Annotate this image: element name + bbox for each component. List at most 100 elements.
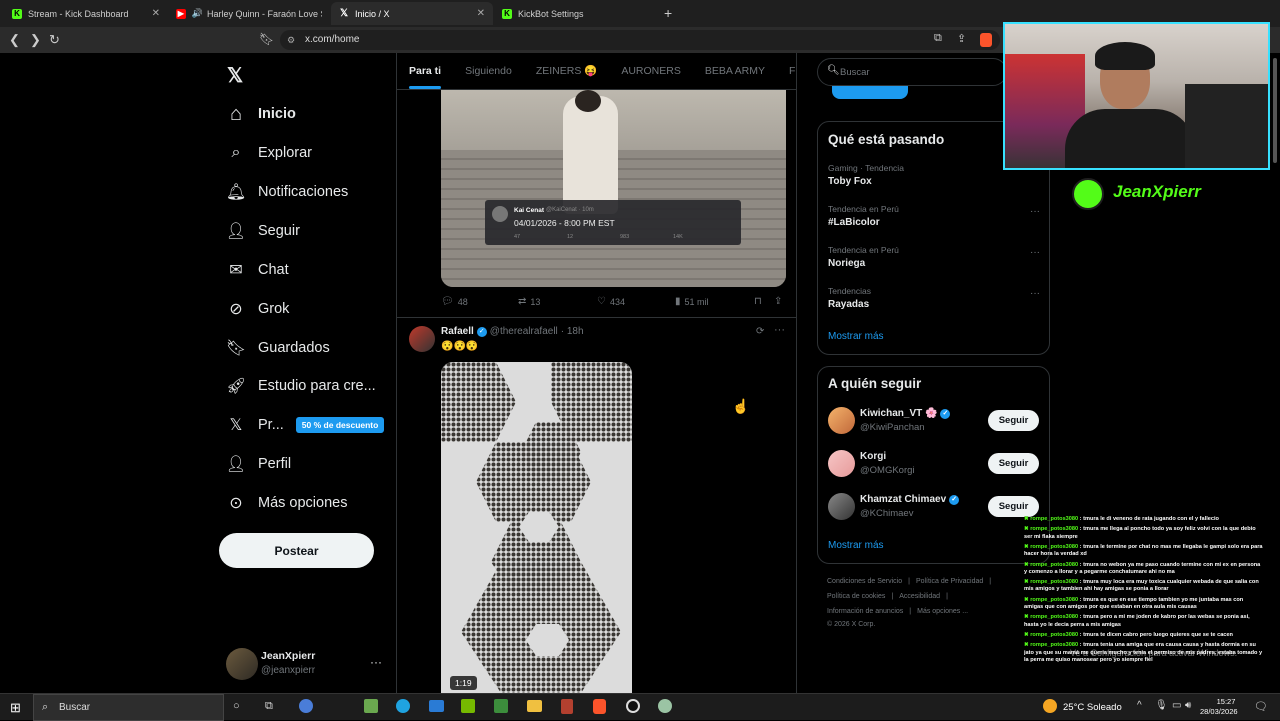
more-icon[interactable]: ··· [1030, 206, 1040, 217]
url-field[interactable]: ⚙ x.com/home [280, 30, 1000, 50]
trend-item[interactable]: Tendencias Rayadas ··· [828, 286, 1040, 310]
tray-chevron-icon[interactable]: ^ [1137, 700, 1142, 711]
more-icon[interactable]: ··· [1030, 288, 1040, 299]
grok-icon[interactable]: ⟳ [756, 326, 764, 337]
nvidia-icon[interactable] [461, 699, 475, 713]
open-external-icon[interactable]: ⧉ [934, 32, 942, 45]
sidebar-item-explorar[interactable]: ⌕ Explorar [226, 140, 312, 166]
sidebar-item-estudio-para-cre[interactable]: 🚀︎ Estudio para cre... [226, 373, 376, 399]
sidebar-item-m-s-opciones[interactable]: ⊙ Más opciones [226, 490, 347, 516]
more-icon[interactable]: ··· [1030, 247, 1040, 258]
follow-name[interactable]: Khamzat Chimaev [860, 494, 946, 505]
tab-siguiendo[interactable]: Siguiendo [453, 53, 524, 89]
footer-link[interactable]: Más opciones ... [917, 608, 968, 615]
share-button[interactable]: ⇪ [774, 296, 786, 307]
avatar[interactable] [828, 450, 855, 477]
trend-item[interactable]: Tendencia en Perú Noriega ··· [828, 245, 1040, 269]
tab-para-ti[interactable]: Para ti [397, 53, 453, 89]
sidebar-item-guardados[interactable]: 🔖︎ Guardados [226, 335, 330, 361]
search-input[interactable]: Buscar [840, 67, 870, 78]
subscribe-button[interactable] [832, 86, 908, 99]
obs-icon[interactable] [626, 699, 640, 713]
bookmark-button[interactable]: ⊓ [754, 296, 766, 307]
volume-icon[interactable]: 🔊︎ [1185, 700, 1191, 711]
avatar[interactable] [828, 493, 855, 520]
like-button[interactable]: ♡ 434 [597, 296, 625, 307]
footer-link[interactable]: Información de anuncios [827, 608, 903, 615]
new-tab-button[interactable]: + [664, 5, 672, 21]
follow-button[interactable]: Seguir [988, 410, 1039, 431]
clock-time[interactable]: 15:27 [1212, 697, 1240, 706]
bookmark-page-icon[interactable]: 🔖︎ [259, 32, 274, 46]
weather-text[interactable]: 25°C Soleado [1063, 702, 1122, 713]
edge-icon[interactable] [396, 699, 410, 713]
brave-icon[interactable] [593, 699, 606, 714]
footer-link[interactable]: Política de Privacidad [916, 578, 983, 585]
back-icon[interactable]: ❮ [9, 32, 20, 48]
post-button[interactable]: Postear [219, 533, 374, 568]
footer-link[interactable]: Accesibilidad [899, 593, 940, 600]
search-box[interactable]: 🔍︎ Buscar [817, 58, 1007, 86]
microphone-icon[interactable]: 🎙︎ [1155, 700, 1168, 711]
store-icon[interactable] [364, 699, 378, 713]
sidebar-item-perfil[interactable]: 👤︎ Perfil [226, 451, 291, 477]
task-view-icon[interactable]: ⧉ [265, 700, 273, 713]
x-logo-icon[interactable]: 𝕏 [227, 63, 243, 88]
sidebar-item-seguir[interactable]: 👤︎ Seguir [226, 218, 300, 244]
repost-button[interactable]: ⇄ 13 [518, 296, 540, 307]
scrollbar-thumb[interactable] [1273, 58, 1277, 163]
follow-name[interactable]: Kiwichan_VT 🌸 [860, 408, 937, 419]
tab-kick-dashboard[interactable]: K Stream - Kick Dashboard ✕ [4, 2, 168, 25]
footer-link[interactable]: Política de cookies [827, 593, 885, 600]
more-icon[interactable]: ··· [370, 655, 382, 669]
sidebar-item-pr[interactable]: 𝕏 Pr... 50 % de descuento [226, 412, 385, 438]
close-icon[interactable]: ✕ [477, 8, 485, 19]
windows-start-icon[interactable]: ⊞ [10, 700, 21, 716]
close-icon[interactable]: ✕ [152, 8, 160, 19]
network-icon[interactable]: ▭ [1172, 700, 1181, 711]
tab-kickbot[interactable]: K KickBot Settings [494, 2, 656, 25]
post-time[interactable]: · 18h [561, 326, 584, 337]
sidebar-item-chat[interactable]: ✉ Chat [226, 257, 288, 283]
cortana-icon[interactable]: ○ [233, 700, 240, 712]
follow-name[interactable]: Korgi [860, 451, 886, 462]
app-icon[interactable] [299, 699, 313, 713]
tab-beba-army[interactable]: BEBA ARMY [693, 53, 777, 89]
avatar[interactable] [409, 326, 435, 352]
notifications-icon[interactable]: 🗨︎ [1254, 700, 1268, 713]
mail-icon[interactable] [429, 700, 444, 712]
show-more-link[interactable]: Mostrar más [828, 540, 884, 551]
follow-button[interactable]: Seguir [988, 496, 1039, 517]
more-icon[interactable]: ··· [774, 324, 785, 336]
tab-zeiners[interactable]: ZEINERS 😝 [524, 53, 610, 89]
post-author-handle[interactable]: @therealrafaell [490, 326, 558, 337]
post-video[interactable]: 1:19 [441, 362, 632, 693]
sidebar-item-inicio[interactable]: ⌂ Inicio [226, 101, 296, 127]
post-author-name[interactable]: Rafaell [441, 326, 474, 337]
app-icon[interactable] [658, 699, 672, 713]
show-more-link[interactable]: Mostrar más [828, 331, 884, 342]
site-info-icon[interactable]: ⚙ [287, 30, 295, 50]
sidebar-item-grok[interactable]: ⊘ Grok [226, 296, 289, 322]
tab-x-home[interactable]: 𝕏 Inicio / X ✕ [331, 2, 493, 25]
reload-icon[interactable]: ↻ [49, 32, 60, 48]
tab-fiel-arm[interactable]: Fiel Arm [777, 53, 796, 89]
follow-button[interactable]: Seguir [988, 453, 1039, 474]
sidebar-item-notificaciones[interactable]: 🔔︎ Notificaciones [226, 179, 348, 205]
reply-button[interactable]: 💬︎ 48 [441, 296, 468, 307]
footer-link[interactable]: Condiciones de Servicio [827, 578, 902, 585]
trend-item[interactable]: Tendencia en Perú #LaBicolor ··· [828, 204, 1040, 228]
avatar[interactable] [226, 648, 258, 680]
app-icon[interactable] [561, 699, 573, 714]
views-button[interactable]: ▮ 51 mil [675, 296, 709, 307]
weather-icon[interactable] [1043, 699, 1057, 713]
share-icon[interactable]: ⇪ [957, 32, 966, 45]
promo-badge[interactable]: 50 % de descuento [295, 417, 385, 433]
avatar[interactable] [828, 407, 855, 434]
forward-icon[interactable]: ❯ [30, 32, 41, 48]
post-media-image[interactable]: Kai Cenat @KaiCenat · 10m 04/01/2026 - 8… [441, 90, 786, 287]
minecraft-icon[interactable] [494, 699, 508, 713]
tab-youtube[interactable]: ▶ 🔊 Harley Quinn - Faraón Love Shad [168, 2, 330, 25]
taskbar-search[interactable]: ⌕ Buscar [33, 694, 224, 721]
tab-auroners[interactable]: AURONERS [609, 53, 693, 89]
